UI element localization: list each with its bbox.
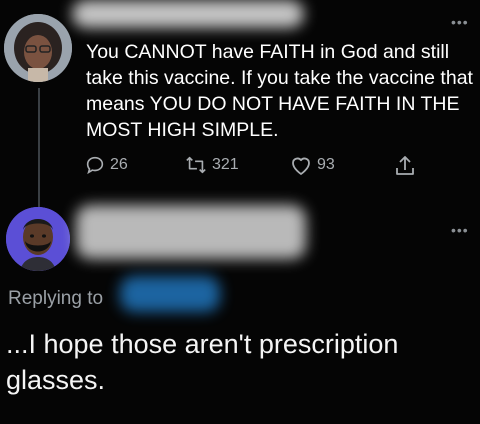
author-name-redacted [72,0,304,28]
retweet-button[interactable]: 321 [184,154,239,176]
reply-icon [86,156,104,175]
like-count: 93 [317,156,335,173]
replying-to-handle-redacted[interactable] [120,276,220,312]
share-icon [396,156,414,175]
heart-icon [292,157,310,175]
tweet-text: You CANNOT have FAITH in God and still t… [86,41,473,141]
reply-button[interactable]: 26 [84,154,128,176]
author-avatar[interactable] [4,14,72,82]
replying-to-text: Replying to [8,288,104,309]
reply-author-name-redacted [76,205,306,259]
retweet-icon [186,156,206,174]
replying-to-label: Replying to [8,288,103,310]
author-avatar-photo [4,14,72,82]
like-button[interactable]: 93 [289,154,335,176]
share-button[interactable] [394,154,416,178]
more-options-icon[interactable]: ••• [451,14,469,30]
tweet-actions-bar: 26 321 93 [0,154,480,184]
reply-more-options-icon[interactable]: ••• [451,222,469,238]
thread-connector-line [38,88,40,210]
retweet-count: 321 [212,156,239,173]
reply-avatar-illustration [6,207,70,271]
reply-count: 26 [110,156,128,173]
reply-author-avatar[interactable] [6,207,70,271]
reply-text: ...I hope those aren't prescription glas… [6,329,399,395]
